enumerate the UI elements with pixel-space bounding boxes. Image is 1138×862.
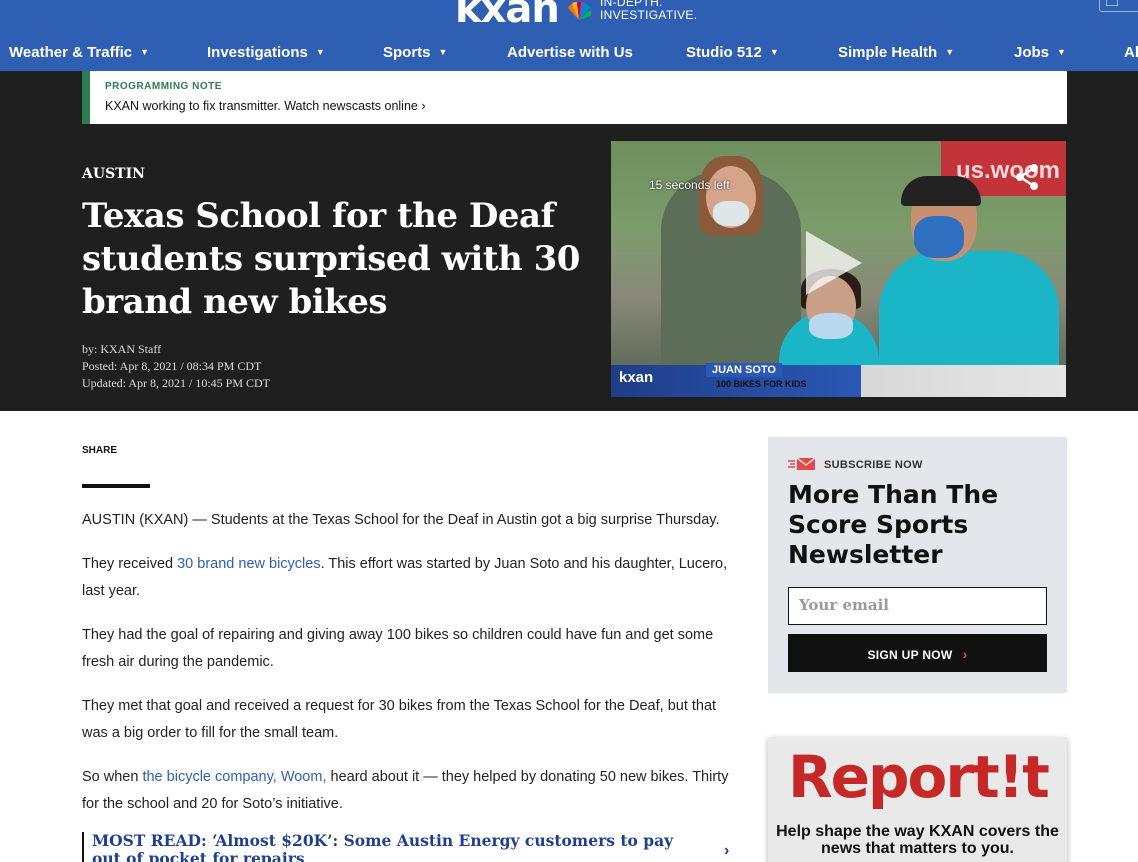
envelope-icon — [788, 458, 816, 470]
video-lower-third-logo: kxan — [619, 369, 654, 386]
programming-note-label: PROGRAMMING NOTE — [105, 81, 222, 92]
chevron-right-icon: › — [724, 842, 730, 859]
video-lower-third-subtitle: 100 BIKES FOR KIDS — [716, 379, 807, 389]
nbc-peacock-icon — [568, 2, 592, 20]
nav-about[interactable]: Ab — [1124, 44, 1138, 61]
site-header: kxan IN-DEPTH. INVESTIGATIVE. Weather & … — [0, 0, 1138, 71]
article-headline: Texas School for the Deaf students surpr… — [82, 196, 580, 322]
posted-date: Posted: Apr 8, 2021 / 08:34 PM CDT — [82, 359, 262, 373]
tagline-line-2: INVESTIGATIVE. — [600, 8, 698, 22]
newsletter-label: SUBSCRIBE NOW — [824, 459, 923, 471]
paragraph-5: So when the bicycle company, Woom, heard… — [82, 769, 729, 812]
share-icon[interactable] — [1014, 163, 1040, 191]
nav-jobs[interactable]: Jobs ▼ — [1014, 44, 1066, 61]
video-lower-third-name: JUAN SOTO — [706, 363, 782, 377]
programming-note-link[interactable]: KXAN working to fix transmitter. Watch n… — [105, 99, 425, 113]
video-face-mask — [713, 201, 749, 226]
paragraph-4: They met that goal and received a reques… — [82, 698, 717, 741]
chevron-down-icon: ▼ — [1057, 47, 1066, 57]
chevron-down-icon: ▼ — [945, 47, 955, 57]
nav-weather-traffic[interactable]: Weather & Traffic ▼ — [9, 44, 149, 61]
report-it-logo: Report!t — [788, 743, 1050, 811]
report-it-text: Help shape the way KXAN covers the news … — [776, 823, 1059, 857]
programming-note[interactable]: PROGRAMMING NOTE KXAN working to fix tra… — [82, 71, 1067, 124]
chevron-down-icon: ▼ — [438, 47, 448, 57]
newsletter-signup: SUBSCRIBE NOW More Than The Score Sports… — [768, 437, 1067, 693]
nav-studio-512[interactable]: Studio 512 ▼ — [686, 44, 779, 61]
tagline: IN-DEPTH. INVESTIGATIVE. — [600, 0, 697, 22]
top-right-button[interactable] — [1099, 0, 1138, 12]
newsletter-title: More Than The Score Sports Newsletter — [788, 480, 999, 569]
video-person-cap — [901, 176, 981, 206]
nav-sports[interactable]: Sports ▼ — [383, 44, 447, 61]
chevron-down-icon: ▼ — [315, 47, 325, 57]
video-lower-third — [611, 365, 1066, 397]
updated-date: Updated: Apr 8, 2021 / 10:45 PM CDT — [82, 376, 270, 390]
chevron-down-icon: ▼ — [140, 47, 150, 57]
chevron-right-icon: › — [962, 646, 968, 662]
ad-countdown: 15 seconds left — [649, 178, 730, 192]
kxan-logo[interactable]: kxan — [455, 0, 560, 32]
share-divider — [82, 484, 150, 488]
email-field[interactable]: Your email — [788, 587, 1047, 625]
video-player[interactable]: us.woom 15 seconds left kxan JUAN SOTO 1… — [611, 141, 1066, 397]
bicycles-link[interactable]: 30 brand new bicycles — [177, 556, 320, 572]
sign-up-button[interactable]: SIGN UP NOW › — [788, 634, 1047, 672]
most-read-text: MOST READ: ‘Almost $20K’: Some Austin En… — [92, 831, 674, 862]
article-meta: by: KXAN Staff Posted: Apr 8, 2021 / 08:… — [82, 341, 270, 392]
report-it-promo[interactable]: Report!t Help shape the way KXAN covers … — [768, 737, 1067, 862]
paragraph-1: AUSTIN (KXAN) — Students at the Texas Sc… — [82, 512, 720, 528]
nav-advertise[interactable]: Advertise with Us — [507, 44, 633, 61]
article-category[interactable]: AUSTIN — [82, 166, 145, 182]
most-read-link[interactable]: MOST READ: ‘Almost $20K’: Some Austin En… — [82, 832, 742, 862]
paragraph-3: They had the goal of repairing and givin… — [82, 627, 714, 670]
share-label: SHARE — [82, 445, 118, 456]
play-icon[interactable] — [806, 231, 862, 295]
chevron-down-icon: ▼ — [769, 47, 779, 57]
nav-investigations[interactable]: Investigations ▼ — [207, 44, 325, 61]
video-canopy-text: us.woom — [956, 157, 1061, 184]
main-nav: Weather & Traffic ▼ Investigations ▼ Sport… — [0, 38, 1138, 70]
video-face-mask — [914, 216, 964, 258]
weather-icon — [1106, 0, 1118, 6]
video-face-mask — [809, 313, 853, 339]
nav-simple-health[interactable]: Simple Health ▼ — [838, 44, 954, 61]
article-hero: PROGRAMMING NOTE KXAN working to fix tra… — [0, 71, 1138, 411]
byline: by: KXAN Staff — [82, 342, 162, 356]
paragraph-2: They received 30 brand new bicycles. Thi… — [82, 556, 728, 599]
woom-link[interactable]: the bicycle company, Woom, — [142, 769, 326, 785]
